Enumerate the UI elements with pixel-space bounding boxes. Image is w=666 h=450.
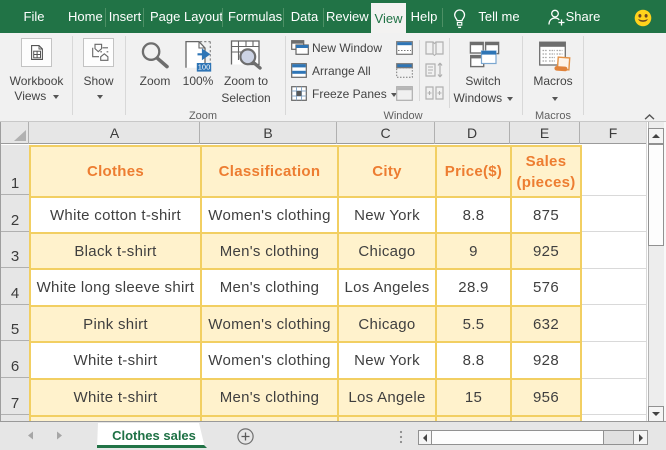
svg-text:100: 100 <box>198 63 211 72</box>
